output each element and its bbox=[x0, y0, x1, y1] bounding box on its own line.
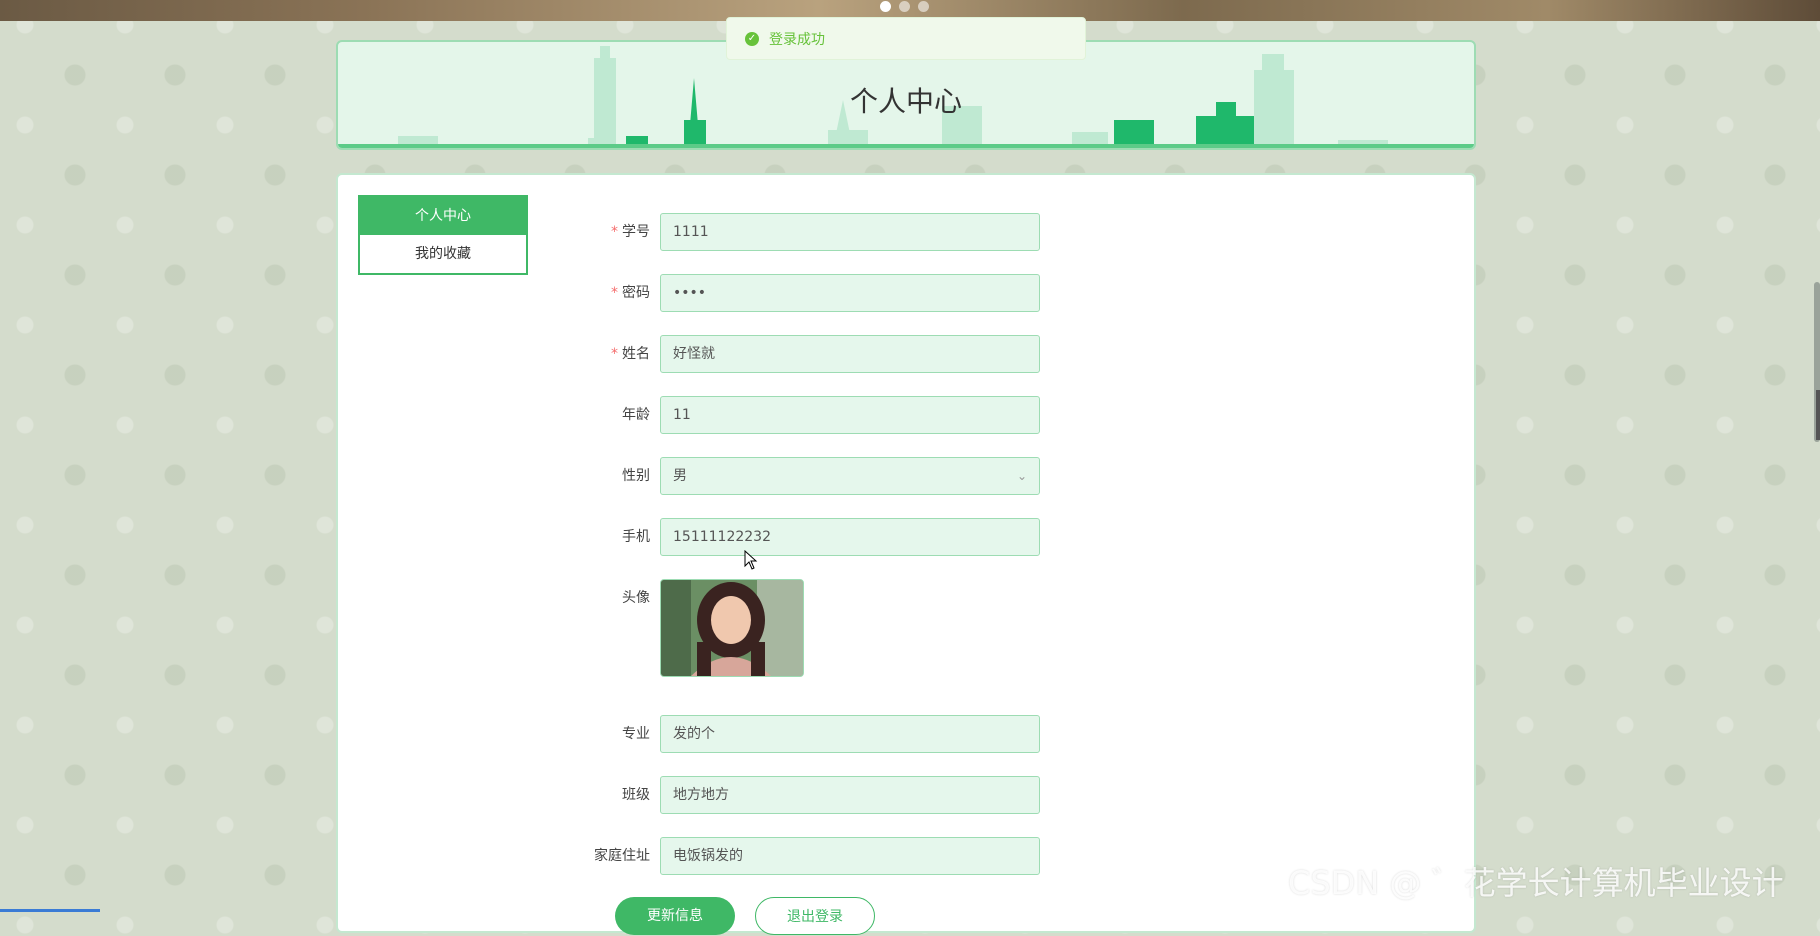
success-toast: ✓ 登录成功 bbox=[726, 17, 1086, 60]
profile-form: * 学号 1111 * 密码 •••• * 姓名 好怪就 年龄 11 性别 男 ⌄ 手… bbox=[548, 213, 1040, 898]
gender-select[interactable]: 男 ⌄ bbox=[660, 457, 1040, 495]
page-title: 个人中心 bbox=[849, 85, 962, 118]
address-input[interactable]: 电饭锅发的 bbox=[660, 837, 1040, 875]
form-row-address: 家庭住址 电饭锅发的 bbox=[548, 837, 1040, 875]
side-menu: 个人中心 我的收藏 bbox=[358, 195, 528, 275]
carousel-indicators bbox=[880, 1, 929, 12]
field-label: * 姓名 bbox=[611, 346, 650, 362]
form-row-class: 班级 地方地方 bbox=[548, 776, 1040, 814]
required-mark: * bbox=[611, 224, 618, 240]
scrollbar-thumb[interactable] bbox=[1816, 390, 1820, 440]
toast-message: 登录成功 bbox=[769, 31, 825, 48]
carousel-dot[interactable] bbox=[880, 1, 891, 12]
field-label: 班级 bbox=[622, 787, 650, 803]
field-label: 专业 bbox=[622, 726, 650, 742]
field-label: 家庭住址 bbox=[594, 848, 650, 864]
form-row-major: 专业 发的个 bbox=[548, 715, 1040, 753]
gender-value: 男 bbox=[673, 468, 687, 484]
field-label: * 学号 bbox=[611, 224, 650, 240]
header-underline bbox=[338, 144, 1474, 148]
avatar-image bbox=[661, 580, 803, 676]
field-label: 头像 bbox=[622, 590, 650, 606]
form-row-student-id: * 学号 1111 bbox=[548, 213, 1040, 251]
password-input[interactable]: •••• bbox=[660, 274, 1040, 312]
chevron-down-icon: ⌄ bbox=[1016, 469, 1027, 483]
name-input[interactable]: 好怪就 bbox=[660, 335, 1040, 373]
avatar-upload[interactable] bbox=[660, 579, 804, 677]
required-mark: * bbox=[611, 285, 618, 301]
form-row-age: 年龄 11 bbox=[548, 396, 1040, 434]
field-label: 手机 bbox=[622, 529, 650, 545]
student-id-input[interactable]: 1111 bbox=[660, 213, 1040, 251]
update-button[interactable]: 更新信息 bbox=[615, 897, 735, 935]
class-input[interactable]: 地方地方 bbox=[660, 776, 1040, 814]
carousel-dot[interactable] bbox=[899, 1, 910, 12]
field-label: 性别 bbox=[622, 468, 650, 484]
phone-input[interactable]: 15111122232 bbox=[660, 518, 1040, 556]
form-row-phone: 手机 15111122232 bbox=[548, 518, 1040, 556]
form-row-avatar: 头像 bbox=[548, 579, 1040, 677]
menu-item-favorites[interactable]: 我的收藏 bbox=[360, 235, 526, 273]
carousel-dot[interactable] bbox=[918, 1, 929, 12]
watermark: CSDN @ ゛花学长计算机毕业设计 bbox=[1288, 864, 1784, 902]
form-row-password: * 密码 •••• bbox=[548, 274, 1040, 312]
form-row-name: * 姓名 好怪就 bbox=[548, 335, 1040, 373]
form-row-gender: 性别 男 ⌄ bbox=[548, 457, 1040, 495]
profile-content: 个人中心 我的收藏 * 学号 1111 * 密码 •••• * 姓名 好怪就 年龄 1… bbox=[336, 173, 1476, 935]
form-actions: 更新信息 退出登录 bbox=[615, 897, 875, 935]
field-label: * 密码 bbox=[611, 285, 650, 301]
menu-item-profile[interactable]: 个人中心 bbox=[360, 197, 526, 235]
check-circle-icon: ✓ bbox=[745, 31, 759, 46]
mouse-cursor-icon bbox=[744, 550, 758, 570]
age-input[interactable]: 11 bbox=[660, 396, 1040, 434]
field-label: 年龄 bbox=[622, 407, 650, 423]
required-mark: * bbox=[611, 346, 618, 362]
major-input[interactable]: 发的个 bbox=[660, 715, 1040, 753]
logout-button[interactable]: 退出登录 bbox=[755, 897, 875, 935]
